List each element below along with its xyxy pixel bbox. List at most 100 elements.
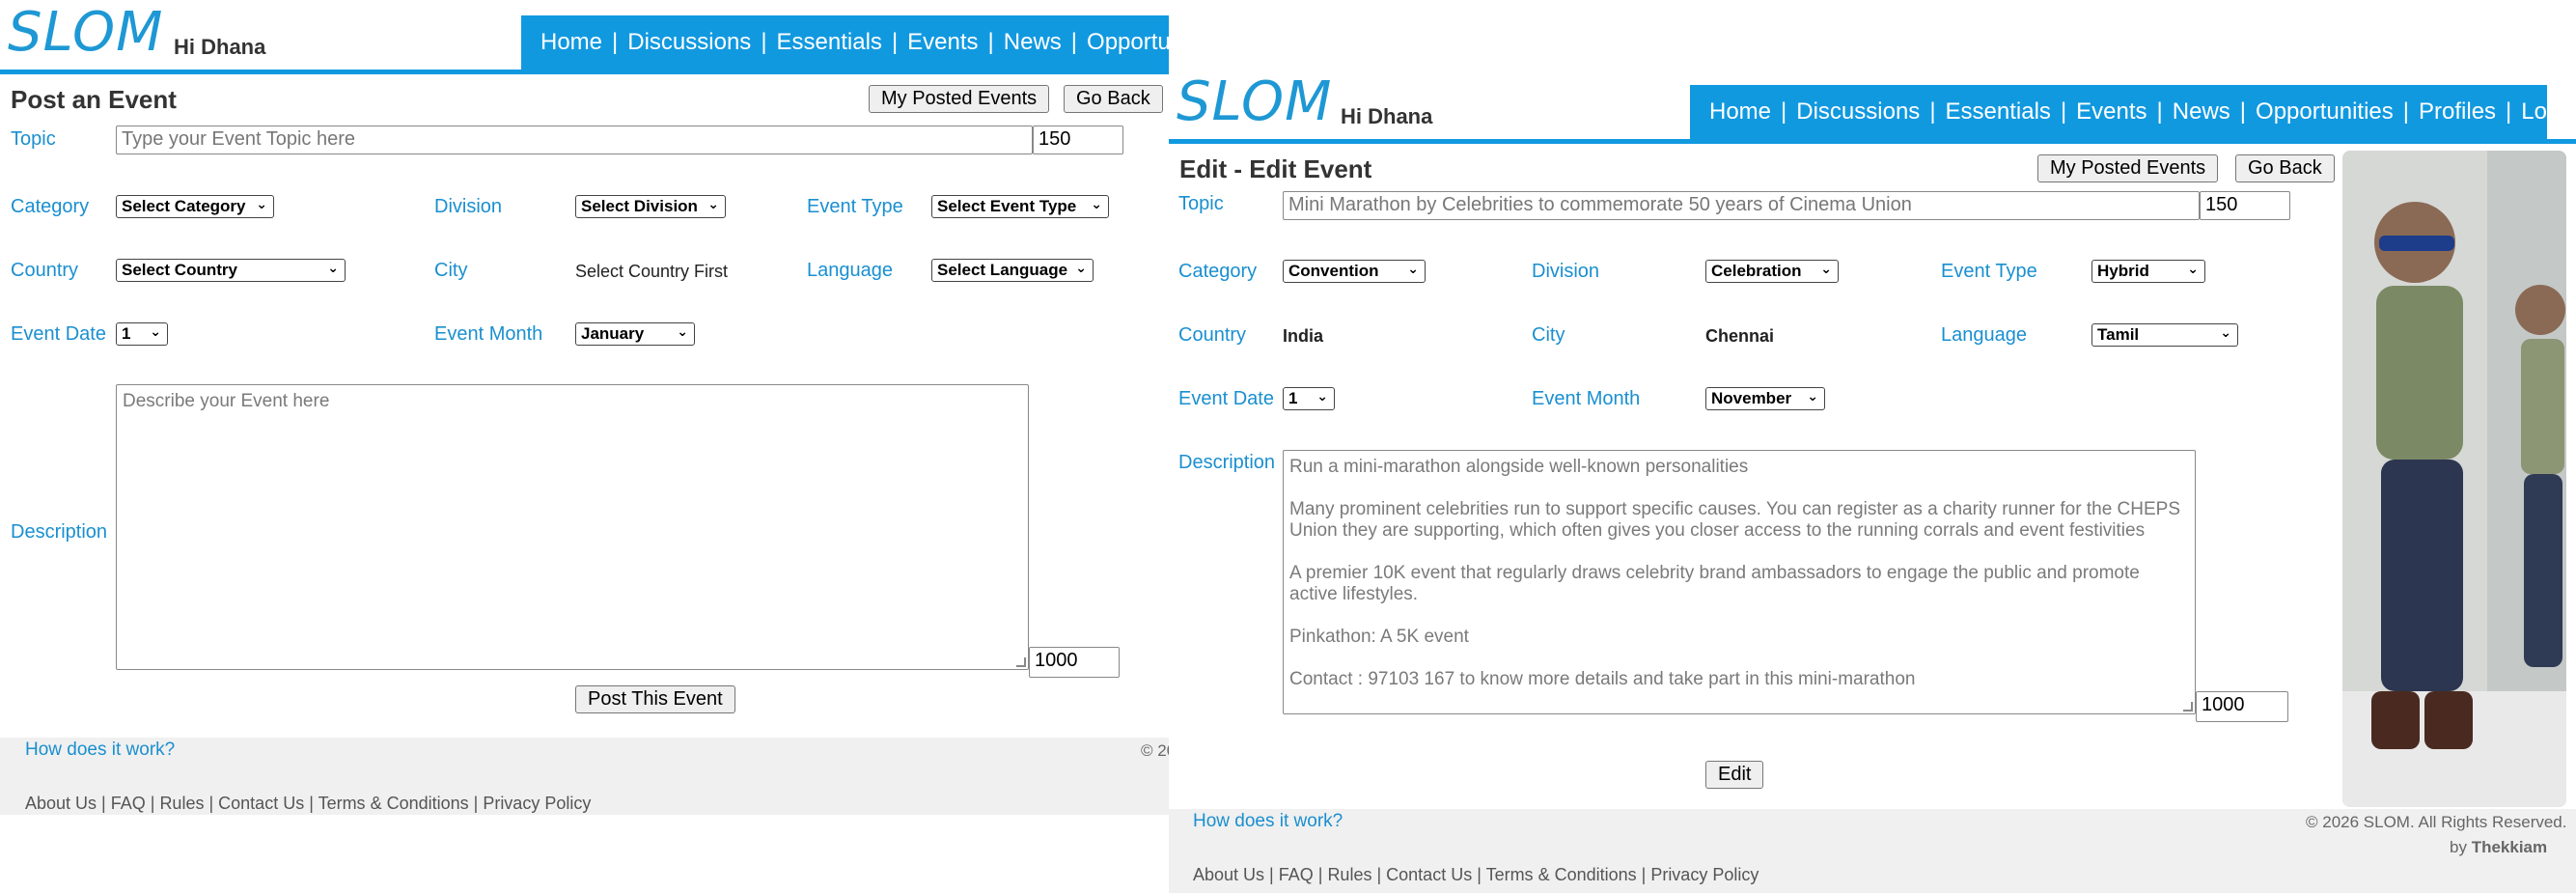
country-label: Country <box>1178 324 1247 346</box>
post-event-page: SLOM Hi Dhana Home | Discussions | Essenti… <box>0 0 1169 893</box>
site-footer: How does it work? © 20 About Us | FAQ | … <box>0 738 1169 815</box>
how-it-works-link[interactable]: How does it work? <box>1193 811 1343 832</box>
event-month-label: Event Month <box>434 323 543 345</box>
chevron-down-icon: ⌄ <box>707 196 719 211</box>
nav-events[interactable]: Events <box>907 29 978 56</box>
description-char-counter: 1000 <box>2196 691 2288 722</box>
footer-faq-link[interactable]: FAQ <box>111 794 146 813</box>
my-posted-events-button[interactable]: My Posted Events <box>869 85 1050 113</box>
chevron-down-icon: ⌄ <box>1316 388 1328 404</box>
post-event-button[interactable]: Post This Event <box>575 685 735 713</box>
user-greeting: Hi Dhana <box>1341 104 1433 128</box>
footer-terms-link[interactable]: Terms & Conditions <box>1486 865 1637 884</box>
resize-grip-icon[interactable] <box>1016 657 1026 667</box>
edit-submit-button[interactable]: Edit <box>1705 761 1764 789</box>
credit-text: by Thekkiam <box>2450 838 2548 856</box>
event-date-label: Event Date <box>11 323 106 345</box>
category-label: Category <box>11 196 90 217</box>
description-textarea[interactable]: Describe your Event here <box>116 384 1029 670</box>
chevron-down-icon: ⌄ <box>677 323 688 339</box>
go-back-button[interactable]: Go Back <box>1064 85 1163 113</box>
resize-grip-icon[interactable] <box>2183 702 2193 712</box>
city-label: City <box>1532 324 1565 346</box>
country-select[interactable]: Select Country ⌄ <box>116 259 346 282</box>
nav-opportunities[interactable]: Opportunities <box>2256 98 2394 126</box>
category-label: Category <box>1178 261 1258 282</box>
topic-input[interactable]: Type your Event Topic here <box>116 126 1033 154</box>
footer-rules-link[interactable]: Rules <box>159 794 204 813</box>
topic-label: Topic <box>11 128 56 150</box>
main-nav: Home | Discussions | Essentials | Events | N… <box>1690 85 2576 139</box>
go-back-button[interactable]: Go Back <box>2235 154 2335 182</box>
user-greeting: Hi Dhana <box>174 35 266 59</box>
nav-discussions[interactable]: Discussions <box>1796 98 1920 126</box>
country-value: India <box>1283 326 1324 346</box>
event-date-select[interactable]: 1 ⌄ <box>116 322 168 346</box>
chevron-down-icon: ⌄ <box>1807 388 1818 404</box>
site-header: SLOM Hi Dhana Home | Discussions | Essenti… <box>0 0 1169 74</box>
event-type-select[interactable]: Hybrid ⌄ <box>2091 260 2205 283</box>
event-date-select[interactable]: 1 ⌄ <box>1283 387 1335 410</box>
city-label: City <box>434 260 468 281</box>
footer-contact-link[interactable]: Contact Us <box>1386 865 1472 884</box>
city-value: Select Country First <box>575 262 729 281</box>
site-footer: How does it work? © 2026 SLOM. All Right… <box>1169 809 2576 893</box>
event-month-select[interactable]: November ⌄ <box>1705 387 1825 410</box>
nav-opportunities[interactable]: Opportunities <box>1087 29 1169 56</box>
division-select[interactable]: Celebration ⌄ <box>1705 260 1839 283</box>
footer-links: About Us | FAQ | Rules | Contact Us | Te… <box>1193 865 1759 884</box>
nav-events[interactable]: Events <box>2076 98 2147 126</box>
language-label: Language <box>1941 324 2027 346</box>
footer-contact-link[interactable]: Contact Us <box>218 794 304 813</box>
nav-profiles[interactable]: Profiles <box>2419 98 2496 126</box>
nav-essentials[interactable]: Essentials <box>1946 98 2051 126</box>
chevron-down-icon: ⌄ <box>1075 260 1087 275</box>
chevron-down-icon: ⌄ <box>1407 261 1419 276</box>
nav-logout[interactable]: Logout <box>2521 98 2576 126</box>
my-posted-events-button[interactable]: My Posted Events <box>2037 154 2219 182</box>
category-select[interactable]: Convention ⌄ <box>1283 260 1426 283</box>
language-select[interactable]: Tamil ⌄ <box>2091 323 2238 347</box>
division-label: Division <box>1532 261 1600 282</box>
topic-char-counter: 150 <box>2200 191 2290 220</box>
nav-news[interactable]: News <box>2173 98 2230 126</box>
city-value: Chennai <box>1705 326 1775 346</box>
topic-char-counter: 150 <box>1033 126 1123 154</box>
event-type-select[interactable]: Select Event Type ⌄ <box>931 195 1109 218</box>
copyright-text: © 20 <box>1141 741 1169 760</box>
division-label: Division <box>434 196 503 217</box>
nav-home[interactable]: Home <box>1709 98 1771 126</box>
chevron-down-icon: ⌄ <box>1091 196 1102 211</box>
nav-news[interactable]: News <box>1004 29 1062 56</box>
slom-logo[interactable]: SLOM <box>8 2 163 64</box>
description-label: Description <box>11 521 108 543</box>
site-header: SLOM Hi Dhana Home | Discussions | Essenti… <box>1169 70 2576 144</box>
footer-links: About Us | FAQ | Rules | Contact Us | Te… <box>25 794 592 813</box>
description-char-counter: 1000 <box>1029 647 1120 678</box>
slom-logo[interactable]: SLOM <box>1177 71 1332 133</box>
chevron-down-icon: ⌄ <box>2187 261 2199 276</box>
topic-input[interactable]: Mini Marathon by Celebrities to commemor… <box>1283 191 2200 220</box>
category-select[interactable]: Select Category ⌄ <box>116 195 274 218</box>
language-select[interactable]: Select Language ⌄ <box>931 259 1094 282</box>
footer-terms-link[interactable]: Terms & Conditions <box>319 794 469 813</box>
main-nav: Home | Discussions | Essentials | Events | N… <box>521 15 1169 70</box>
child-photo-illustration <box>2342 151 2566 807</box>
division-select[interactable]: Select Division ⌄ <box>575 195 726 218</box>
header-divider <box>0 70 1169 74</box>
nav-discussions[interactable]: Discussions <box>627 29 751 56</box>
description-textarea[interactable]: Run a mini-marathon alongside well-known… <box>1283 450 2196 714</box>
chevron-down-icon: ⌄ <box>150 323 161 339</box>
copyright-text: © 2026 SLOM. All Rights Reserved. <box>2306 813 2567 831</box>
event-month-select[interactable]: January ⌄ <box>575 322 695 346</box>
footer-about-link[interactable]: About Us <box>1193 865 1264 884</box>
how-it-works-link[interactable]: How does it work? <box>25 740 175 761</box>
footer-rules-link[interactable]: Rules <box>1327 865 1371 884</box>
chevron-down-icon: ⌄ <box>2220 324 2231 340</box>
footer-faq-link[interactable]: FAQ <box>1279 865 1314 884</box>
footer-about-link[interactable]: About Us <box>25 794 97 813</box>
nav-essentials[interactable]: Essentials <box>777 29 882 56</box>
footer-privacy-link[interactable]: Privacy Policy <box>483 794 591 813</box>
footer-privacy-link[interactable]: Privacy Policy <box>1650 865 1759 884</box>
nav-home[interactable]: Home <box>540 29 602 56</box>
